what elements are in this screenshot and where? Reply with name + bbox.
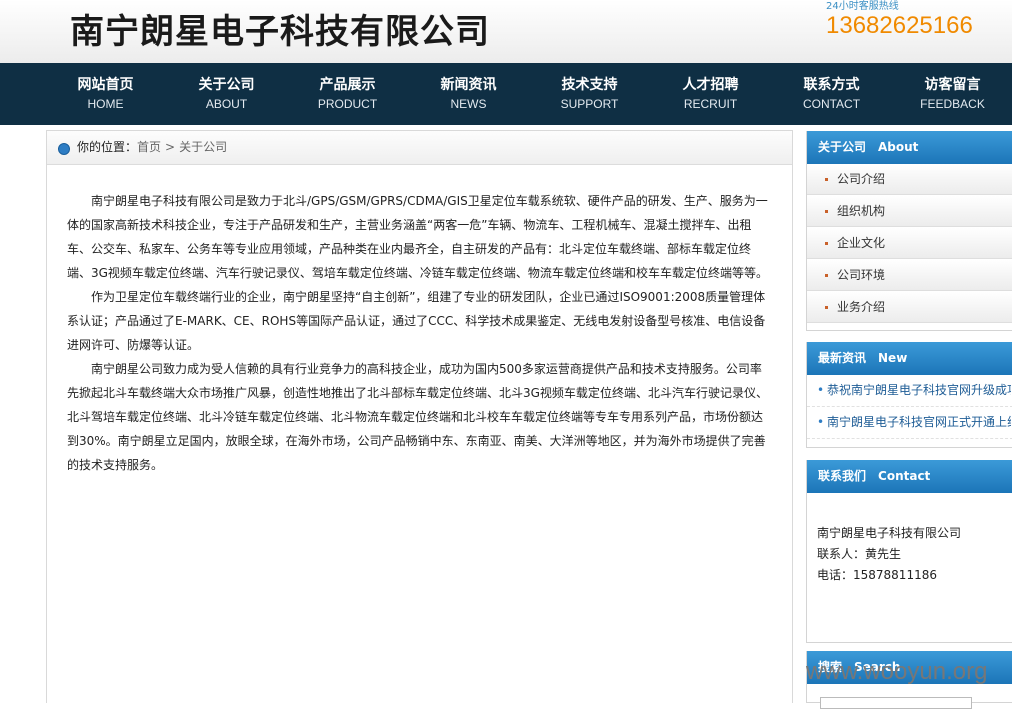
news-box-title-zh: 最新资讯 [818,351,867,365]
nav-label-zh: 产品展示 [319,77,376,93]
sidebar-item-label: 公司介绍 [837,172,886,186]
news-box-title-en: New [878,351,908,365]
nav-label-en: ABOUT [205,97,248,111]
sidebar-item-label: 公司环境 [837,268,886,282]
breadcrumb: 你的位置：首页 > 关于公司 [47,131,792,165]
news-box-header: 最新资讯 New [807,342,1012,375]
about-box: 关于公司 About 公司介绍 组织机构 企业文化 公司环境 业务介绍 [806,131,1012,331]
sidebar-item-culture[interactable]: 企业文化 [807,228,1012,259]
nav-label-zh: 访客留言 [924,77,981,93]
about-box-header: 关于公司 About [807,131,1012,164]
bullet-icon: • [817,383,825,397]
breadcrumb-home-link[interactable]: 首页 [137,140,161,154]
contact-phone: 电话：15878811186 [817,568,937,582]
about-box-title-zh: 关于公司 [818,140,867,154]
nav-label-en: FEEDBACK [920,97,985,111]
nav-support[interactable]: 技术支持 SUPPORT [529,63,650,125]
news-item-title: 恭祝南宁朗星电子科技官网升级成功 [827,383,1011,397]
news-box: 最新资讯 New • 恭祝南宁朗星电子科技官网升级成功 • 南宁朗星电子科技官网正… [806,342,1012,448]
nav-label-zh: 网站首页 [77,77,134,93]
contact-box-title-zh: 联系我们 [818,469,867,483]
sidebar-item-label: 业务介绍 [837,300,886,314]
nav-label-en: NEWS [450,97,487,111]
nav-label-en: CONTACT [802,97,861,111]
hotline-number: 13682625166 [826,12,973,39]
nav-label-zh: 关于公司 [198,77,255,93]
nav-contact[interactable]: 联系方式 CONTACT [771,63,892,125]
contact-box-header: 联系我们 Contact [807,460,1012,493]
breadcrumb-label: 你的位置： [77,140,138,154]
bullet-icon: • [817,415,825,429]
sidebar-item-business[interactable]: 业务介绍 [807,292,1012,323]
search-input[interactable] [820,697,972,709]
breadcrumb-current: 关于公司 [179,140,228,154]
site-header: 南宁朗星电子科技有限公司 24小时客服热线 13682625166 [0,0,1012,63]
nav-product[interactable]: 产品展示 PRODUCT [287,63,408,125]
nav-label-en: PRODUCT [317,97,378,111]
nav-feedback[interactable]: 访客留言 FEEDBACK [892,63,1012,125]
nav-label-en: HOME [87,97,124,111]
nav-label-zh: 人才招聘 [682,77,739,93]
contact-company: 南宁朗星电子科技有限公司 [817,526,962,540]
about-article: 南宁朗星电子科技有限公司是致力于北斗/GPS/GSM/GPRS/CDMA/GIS… [67,189,771,477]
bullet-icon [825,306,828,309]
main-nav: 网站首页 HOME 关于公司 ABOUT 产品展示 PRODUCT 新闻资讯 N… [0,63,1012,125]
bullet-icon [825,274,828,277]
breadcrumb-separator: > [165,140,176,154]
sidebar-item-environment[interactable]: 公司环境 [807,260,1012,291]
bullet-icon [825,178,828,181]
nav-label-zh: 新闻资讯 [440,77,497,93]
news-item-title: 南宁朗星电子科技官网正式开通上线 [827,415,1011,429]
contact-box-title-en: Contact [878,469,931,483]
watermark: www.wooyun.org [806,658,988,685]
article-paragraph: 作为卫星定位车载终端行业的企业，南宁朗星坚持“自主创新”，组建了专业的研发团队，… [67,290,766,352]
sidebar-item-label: 企业文化 [837,236,886,250]
hotline-label: 24小时客服热线 [826,1,899,12]
location-icon [58,143,70,155]
nav-news[interactable]: 新闻资讯 NEWS [408,63,529,125]
main-content-panel: 你的位置：首页 > 关于公司 南宁朗星电子科技有限公司是致力于北斗/GPS/GSM/… [46,130,793,703]
bullet-icon [825,242,828,245]
bullet-icon [825,210,828,213]
sidebar-item-organization[interactable]: 组织机构 [807,196,1012,227]
contact-spacer [807,493,1012,523]
article-paragraph: 南宁朗星公司致力成为受人信赖的具有行业竞争力的高科技企业，成功为国内500多家运… [67,362,768,472]
news-item[interactable]: • 恭祝南宁朗星电子科技官网升级成功 [807,375,1012,407]
company-title: 南宁朗星电子科技有限公司 [70,12,490,52]
sidebar-item-company-intro[interactable]: 公司介绍 [807,164,1012,195]
article-paragraph: 南宁朗星电子科技有限公司是致力于北斗/GPS/GSM/GPRS/CDMA/GIS… [67,194,768,280]
sidebar-item-label: 组织机构 [837,204,886,218]
contact-box: 联系我们 Contact 南宁朗星电子科技有限公司 联系人：黄先生 电话：1587… [806,460,1012,643]
nav-about[interactable]: 关于公司 ABOUT [166,63,287,125]
nav-recruit[interactable]: 人才招聘 RECRUIT [650,63,771,125]
news-item[interactable]: • 南宁朗星电子科技官网正式开通上线 [807,407,1012,439]
contact-person: 联系人：黄先生 [817,547,902,561]
nav-label-zh: 联系方式 [803,77,860,93]
nav-label-en: RECRUIT [683,97,738,111]
about-box-title-en: About [878,140,919,154]
breadcrumb-text: 你的位置：首页 > 关于公司 [77,131,227,164]
nav-label-zh: 技术支持 [561,77,618,93]
nav-home[interactable]: 网站首页 HOME [45,63,166,125]
nav-label-en: SUPPORT [560,97,619,111]
